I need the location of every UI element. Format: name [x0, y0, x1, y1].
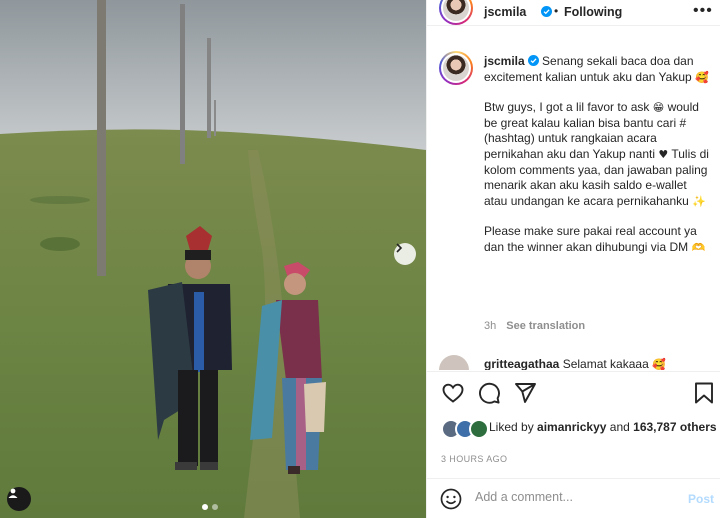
caption-scroll-area[interactable]: jscmila Senang sekali baca doa dan excit…: [427, 40, 720, 370]
liker-avatars: [441, 419, 489, 439]
bookmark-icon: [695, 382, 713, 404]
send-icon: [515, 383, 536, 403]
caption-line-2: Btw guys, I got a lil favor to ask: [484, 100, 650, 115]
smiling-hearts-emoji: 🥰: [695, 70, 709, 84]
caption: jscmila Senang sekali baca doa dan excit…: [484, 54, 709, 256]
divider: [427, 371, 720, 372]
chevron-right-icon: [396, 243, 403, 253]
likes-text: Liked by aimanrickyy and 163,787 others: [489, 419, 719, 436]
heart-emoji: ♥: [658, 147, 669, 161]
add-comment-bar: Post: [427, 478, 720, 518]
likes-and-label: and: [609, 420, 630, 434]
caption-meta: 3h See translation: [484, 320, 585, 332]
likes-others-label[interactable]: others: [680, 420, 717, 434]
add-comment-input[interactable]: [475, 490, 675, 504]
carousel-indicator: [202, 504, 218, 510]
post-photo[interactable]: [0, 0, 426, 518]
liked-by-label: Liked by: [489, 420, 534, 434]
emoji-picker-button[interactable]: [440, 488, 462, 515]
more-options-button[interactable]: •••: [693, 2, 713, 20]
grin-emoji: 😁: [652, 101, 665, 115]
carousel-dot-1: [202, 504, 208, 510]
user-icon: [8, 488, 18, 498]
caption-age: 3h: [484, 320, 497, 332]
caption-line-5: Please make sure pakai real account ya d…: [484, 224, 697, 254]
commenter-avatar[interactable]: [439, 355, 469, 370]
caption-avatar[interactable]: [439, 51, 473, 85]
likes-summary: Liked by aimanrickyy and 163,787 others: [441, 419, 719, 439]
post-comment-button[interactable]: Post: [688, 492, 714, 506]
likes-count[interactable]: 163,787: [633, 420, 676, 434]
comment-item: gritteagathaa Selamat kakaaa 🥰: [439, 353, 719, 370]
comment-button[interactable]: [477, 381, 501, 410]
following-button[interactable]: Following: [564, 5, 622, 19]
action-bar: [427, 381, 720, 407]
like-button[interactable]: [441, 381, 465, 410]
comment-icon: [479, 382, 500, 404]
liker-avatar[interactable]: [469, 419, 489, 439]
verified-badge-icon: [541, 6, 552, 17]
comment-text: Selamat kakaaa: [562, 357, 649, 370]
sparkles-emoji: ✨: [692, 194, 706, 208]
save-button[interactable]: [693, 381, 715, 410]
photo-scene: [0, 0, 426, 518]
author-avatar[interactable]: [439, 0, 473, 25]
verified-badge-icon: [527, 55, 539, 66]
heart-icon: [442, 383, 464, 403]
post-header: jscmila • Following •••: [427, 0, 720, 26]
more-dots-icon: •••: [693, 2, 713, 19]
post-details-panel: jscmila • Following ••• jscmila Senang s…: [426, 0, 720, 518]
comment-emoji: 🥰: [652, 358, 666, 370]
next-slide-button[interactable]: [394, 243, 416, 265]
caption-username[interactable]: jscmila: [484, 54, 525, 68]
carousel-dot-2: [212, 504, 218, 510]
commenter-username[interactable]: gritteagathaa: [484, 357, 559, 370]
tagged-users-button[interactable]: [7, 487, 31, 511]
share-button[interactable]: [513, 381, 537, 410]
author-username[interactable]: jscmila: [484, 5, 526, 19]
heart-hands-emoji: 🫶: [691, 240, 706, 254]
see-translation-link[interactable]: See translation: [506, 320, 585, 332]
liked-user-link[interactable]: aimanrickyy: [537, 420, 606, 434]
post-timestamp[interactable]: 3 HOURS AGO: [441, 454, 507, 464]
smiley-icon: [440, 488, 462, 510]
separator-dot: •: [554, 4, 559, 18]
